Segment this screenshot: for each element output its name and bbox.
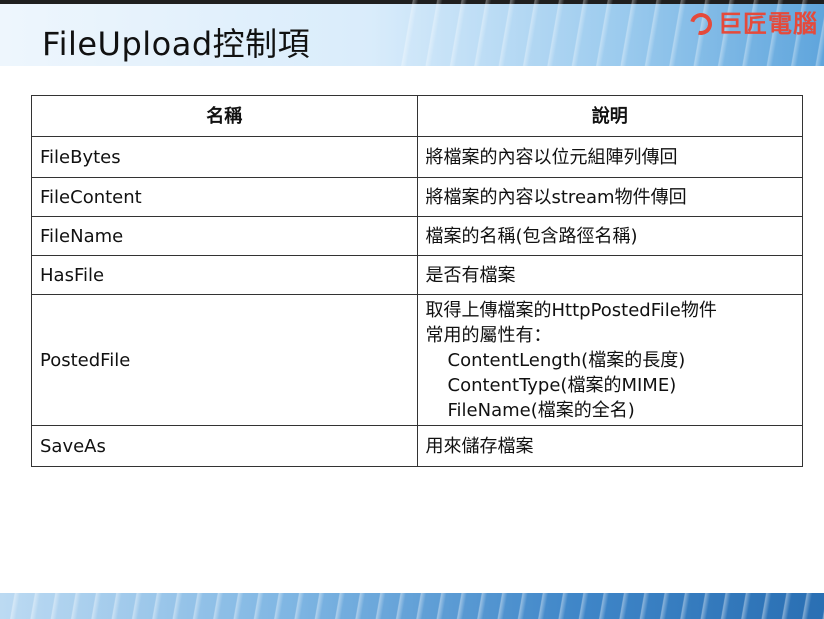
table-row: PostedFile 取得上傳檔案的HttpPostedFile物件 常用的屬性…: [31, 294, 803, 426]
property-name: SaveAs: [31, 425, 418, 467]
property-description: 取得上傳檔案的HttpPostedFile物件 常用的屬性有： ContentL…: [416, 294, 803, 426]
property-name: FileName: [31, 216, 418, 256]
table-row: FileContent 將檔案的內容以stream物件傳回: [31, 177, 803, 217]
property-name: HasFile: [31, 255, 418, 295]
header-band: FileUpload控制項 巨匠電腦: [0, 0, 824, 66]
description-line: 用來儲存檔案: [425, 435, 534, 457]
slide: FileUpload控制項 巨匠電腦 名稱 說明 FileBytes 將檔案的內…: [0, 0, 824, 619]
property-name: PostedFile: [31, 294, 418, 426]
table-row: HasFile 是否有檔案: [31, 255, 803, 295]
description-line: 常用的屬性有：: [425, 324, 552, 346]
table-header-row: 名稱 說明: [31, 95, 803, 137]
properties-table-container: 名稱 說明 FileBytes 將檔案的內容以位元組陣列傳回 FileConte…: [31, 95, 803, 467]
properties-table: 名稱 說明 FileBytes 將檔案的內容以位元組陣列傳回 FileConte…: [31, 95, 803, 467]
footer-band: [0, 593, 824, 619]
property-name: FileContent: [31, 177, 418, 217]
description-line: 將檔案的內容以stream物件傳回: [425, 186, 687, 208]
description-line: 是否有檔案: [425, 264, 516, 286]
property-name: FileBytes: [31, 136, 418, 178]
slide-title: FileUpload控制項: [42, 25, 311, 63]
brand-logo-text: 巨匠電腦: [718, 10, 818, 38]
description-subitem: FileName(檔案的全名): [447, 399, 635, 421]
description-line: 取得上傳檔案的HttpPostedFile物件: [425, 299, 717, 321]
table-row: SaveAs 用來儲存檔案: [31, 425, 803, 467]
property-description: 將檔案的內容以位元組陣列傳回: [416, 136, 803, 178]
property-description: 檔案的名稱(包含路徑名稱): [416, 216, 803, 256]
description-line: 將檔案的內容以位元組陣列傳回: [425, 146, 678, 168]
column-header-name: 名稱: [31, 95, 418, 137]
description-subitem: ContentLength(檔案的長度): [447, 349, 686, 371]
table-row: FileBytes 將檔案的內容以位元組陣列傳回: [31, 136, 803, 178]
table-row: FileName 檔案的名稱(包含路徑名稱): [31, 216, 803, 256]
brand-logo: 巨匠電腦: [685, 8, 818, 40]
column-header-description: 說明: [416, 95, 803, 137]
property-description: 將檔案的內容以stream物件傳回: [416, 177, 803, 217]
description-subitem: ContentType(檔案的MIME): [447, 374, 677, 396]
footer-decoration: [0, 593, 824, 619]
property-description: 是否有檔案: [416, 255, 803, 295]
property-description: 用來儲存檔案: [416, 425, 803, 467]
brand-g-icon: [685, 8, 717, 40]
description-line: 檔案的名稱(包含路徑名稱): [425, 225, 638, 247]
